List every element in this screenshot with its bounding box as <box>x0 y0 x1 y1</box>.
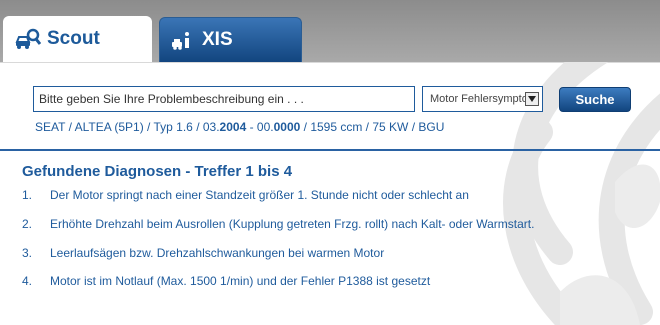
list-item-number: 3. <box>22 246 33 260</box>
vehicle-year-to: 0000 <box>273 120 301 134</box>
category-select[interactable]: Motor Fehlersymptom <box>422 86 543 112</box>
search-input[interactable] <box>33 86 415 112</box>
vehicle-dash: - 00. <box>246 120 274 134</box>
vehicle-info: SEAT / ALTEA (5P1) / Typ 1.6 / 03.2004 -… <box>35 120 444 134</box>
tab-scout[interactable]: Scout <box>3 16 152 62</box>
list-item-text[interactable]: Erhöhte Drehzahl beim Ausrollen (Kupplun… <box>50 217 534 231</box>
car-search-icon <box>15 28 41 50</box>
vehicle-year-from: 2004 <box>219 120 247 134</box>
category-select-value: Motor Fehlersymptom <box>430 93 528 105</box>
search-button[interactable]: Suche <box>559 87 631 112</box>
tab-xis-label: XIS <box>202 29 233 50</box>
vehicle-prefix: SEAT / ALTEA (5P1) / Typ 1.6 / 03. <box>35 120 220 134</box>
list-item[interactable]: 3. Leerlaufsägen bzw. Drehzahlschwankunge… <box>22 246 384 260</box>
results-heading: Gefundene Diagnosen - Treffer 1 bis 4 <box>22 163 293 180</box>
list-item[interactable]: 1. Der Motor springt nach einer Standzeit… <box>22 188 469 202</box>
vehicle-suffix: / 1595 ccm / 75 KW / BGU <box>300 120 445 134</box>
list-item-text[interactable]: Der Motor springt nach einer Standzeit g… <box>50 188 469 202</box>
tab-scout-label: Scout <box>47 28 100 49</box>
chevron-down-icon[interactable] <box>525 92 539 106</box>
tab-xis[interactable]: XIS <box>159 17 302 62</box>
content-border <box>0 62 660 63</box>
list-item-number: 2. <box>22 217 33 231</box>
list-item-text[interactable]: Leerlaufsägen bzw. Drehzahlschwankungen … <box>50 246 384 260</box>
list-item-text[interactable]: Motor ist im Notlauf (Max. 1500 1/min) u… <box>50 274 430 288</box>
list-item[interactable]: 4. Motor ist im Notlauf (Max. 1500 1/min)… <box>22 274 430 288</box>
section-divider <box>0 149 660 151</box>
car-info-icon <box>172 30 196 50</box>
list-item[interactable]: 2. Erhöhte Drehzahl beim Ausrollen (Kuppl… <box>22 217 534 231</box>
list-item-number: 4. <box>22 274 33 288</box>
list-item-number: 1. <box>22 188 33 202</box>
